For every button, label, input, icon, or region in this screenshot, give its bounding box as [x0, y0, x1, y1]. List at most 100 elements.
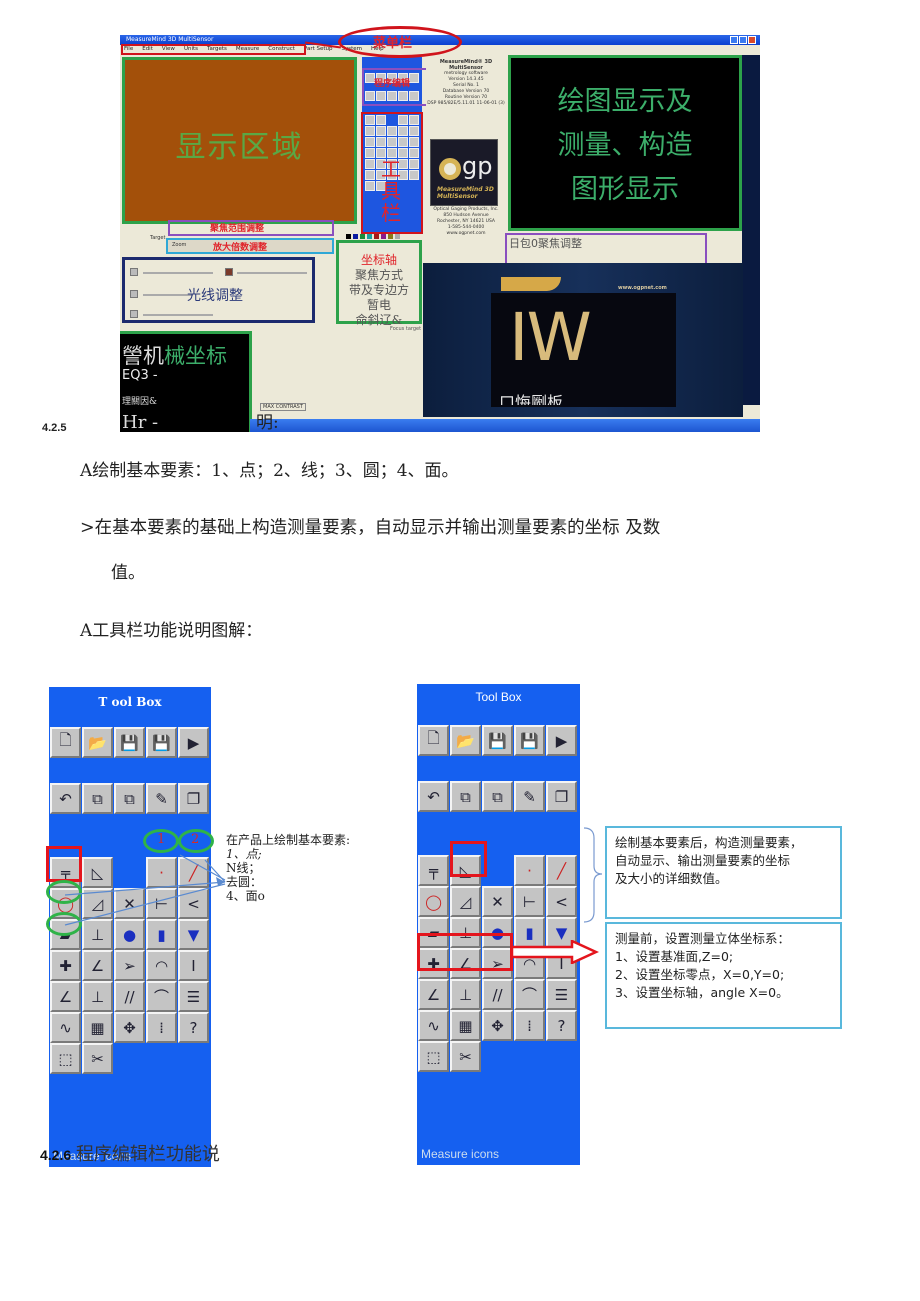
save-as-button[interactable]: 💾	[514, 725, 545, 756]
coord-focus-panel: 坐标轴 聚焦方式 带及专边方 暂电 命斜辽&	[336, 240, 422, 327]
swatch[interactable]	[360, 234, 365, 239]
copy-in-button[interactable]: ⧉	[82, 783, 113, 814]
open-folder-icon: 📂	[456, 731, 475, 750]
perpendicular-button[interactable]: ⊥	[82, 981, 113, 1012]
machine-coords-panel: 謍机械坐标 EQ3 - 理關因& Hr -	[120, 331, 252, 432]
arc-circle-button[interactable]: ◠	[146, 950, 177, 981]
zoom-select[interactable]: Zoom 放大倍数调整	[166, 238, 334, 254]
right-strip	[742, 55, 760, 405]
open-folder-button[interactable]: 📂	[450, 725, 481, 756]
light-slider[interactable]	[143, 314, 213, 316]
undo-button[interactable]: ↶	[418, 781, 449, 812]
center-move-button[interactable]: ✥	[114, 1012, 145, 1043]
light-slider[interactable]	[143, 294, 193, 296]
save-run-button[interactable]: ▶	[178, 727, 209, 758]
swatch[interactable]	[381, 234, 386, 239]
save-button[interactable]: 💾	[114, 727, 145, 758]
undo-icon: ↶	[427, 787, 440, 806]
focus-adjust-label: 日包0聚焦调整	[509, 237, 582, 250]
maximize-icon[interactable]	[739, 36, 747, 44]
minimize-icon[interactable]	[730, 36, 738, 44]
focus-range-highlight: 聚焦范围调整	[168, 220, 334, 236]
arc-button[interactable]: ⌒	[514, 979, 545, 1010]
callout-line: 3、设置坐标轴，angle X=0。	[615, 985, 789, 1000]
scissors-button[interactable]: ✂	[450, 1041, 481, 1072]
box-3d-button[interactable]: ⬚	[50, 1043, 81, 1074]
circle-button[interactable]: ◯	[418, 886, 449, 917]
binary-button[interactable]: ⁞	[514, 1010, 545, 1041]
section-426: 4.2.6 程序编辑栏功能说	[40, 1140, 220, 1166]
axis-align-button[interactable]: ➢	[114, 950, 145, 981]
query-coord-button[interactable]: ?	[546, 1010, 577, 1041]
arc-button[interactable]: ⌒	[146, 981, 177, 1012]
save-run-button[interactable]: ▶	[546, 725, 577, 756]
report-button[interactable]: ☰	[178, 981, 209, 1012]
ogp-logo: gp MeasureMind 3D MultiSensor	[430, 139, 498, 206]
swatch[interactable]	[395, 234, 400, 239]
light-slider[interactable]	[143, 272, 213, 274]
callout-coord-setup: 测量前，设置测量立体坐标系： 1、设置基准面,Z=0; 2、设置坐标零点，X=0…	[605, 922, 842, 1029]
close-icon[interactable]	[748, 36, 756, 44]
box-3d-button[interactable]: ⬚	[418, 1041, 449, 1072]
distance-button[interactable]: ◿	[450, 886, 481, 917]
light-knob[interactable]	[225, 268, 233, 276]
origin-button[interactable]: ∠	[82, 950, 113, 981]
callout-construct: 绘制基本要素后，构造测量要素， 自动显示、输出测量要素的坐标 及大小的详细数值。	[605, 826, 842, 919]
new-file-button[interactable]: 🗋	[418, 725, 449, 756]
parallel-button[interactable]: //	[482, 979, 513, 1010]
perpendicular-button[interactable]: ⊥	[450, 979, 481, 1010]
menu-part-setup[interactable]: Part Setup	[304, 46, 333, 52]
calculator-button[interactable]: ▦	[450, 1010, 481, 1041]
angle-icon: ∠	[58, 987, 73, 1006]
copy-pages-icon: ❐	[554, 787, 569, 806]
copy-pages-button[interactable]: ❐	[546, 781, 577, 812]
curve-button[interactable]: ∿	[418, 1010, 449, 1041]
intersect-line-button[interactable]: ✕	[482, 886, 513, 917]
point-icon: ·	[527, 861, 532, 880]
copy-in-button[interactable]: ⧉	[450, 781, 481, 812]
swatch[interactable]	[374, 234, 379, 239]
calculator-icon: ▦	[90, 1018, 105, 1037]
swatch[interactable]	[346, 234, 351, 239]
light-knob[interactable]	[130, 268, 138, 276]
edit-check-button[interactable]: ✎	[514, 781, 545, 812]
open-folder-button[interactable]: 📂	[82, 727, 113, 758]
copy-pages-button[interactable]: ❐	[178, 783, 209, 814]
undo-button[interactable]: ↶	[50, 783, 81, 814]
swatch[interactable]	[388, 234, 393, 239]
center-move-button[interactable]: ✥	[482, 1010, 513, 1041]
calculator-button[interactable]: ▦	[82, 1012, 113, 1043]
angle-button[interactable]: ∠	[50, 981, 81, 1012]
angle-button[interactable]: ∠	[418, 979, 449, 1010]
save-as-icon: 💾	[520, 731, 539, 750]
swatch[interactable]	[353, 234, 358, 239]
line-button[interactable]: ╱	[546, 855, 577, 886]
save-as-button[interactable]: 💾	[146, 727, 177, 758]
toolbox-title: Tool Box	[475, 690, 522, 704]
copy-out-button[interactable]: ⧉	[482, 781, 513, 812]
light-knob[interactable]	[130, 290, 138, 298]
save-button[interactable]: 💾	[482, 725, 513, 756]
new-file-button[interactable]: 🗋	[50, 727, 81, 758]
query-coord-button[interactable]: ?	[178, 1012, 209, 1043]
light-knob[interactable]	[130, 310, 138, 318]
light-slider[interactable]	[237, 272, 307, 274]
circle-icon: ◯	[425, 892, 442, 911]
swatch[interactable]	[367, 234, 372, 239]
caliper-button[interactable]: ╤	[418, 855, 449, 886]
edit-check-button[interactable]: ✎	[146, 783, 177, 814]
parallel-button[interactable]: //	[114, 981, 145, 1012]
box-3d-icon: ⬚	[426, 1047, 441, 1066]
copy-out-button[interactable]: ⧉	[114, 783, 145, 814]
width-button[interactable]: ⊢	[514, 886, 545, 917]
scissors-button[interactable]: ✂	[82, 1043, 113, 1074]
toolbar-highlight: 工具栏	[361, 112, 423, 234]
point-button[interactable]: ·	[514, 855, 545, 886]
curve-button[interactable]: ∿	[50, 1012, 81, 1043]
datum-plane-button[interactable]: ✚	[50, 950, 81, 981]
report-button[interactable]: ☰	[546, 979, 577, 1010]
dimension-i-button[interactable]: I	[178, 950, 209, 981]
angle-lines-button[interactable]: <	[546, 886, 577, 917]
open-folder-icon: 📂	[88, 733, 107, 752]
binary-button[interactable]: ⁞	[146, 1012, 177, 1043]
